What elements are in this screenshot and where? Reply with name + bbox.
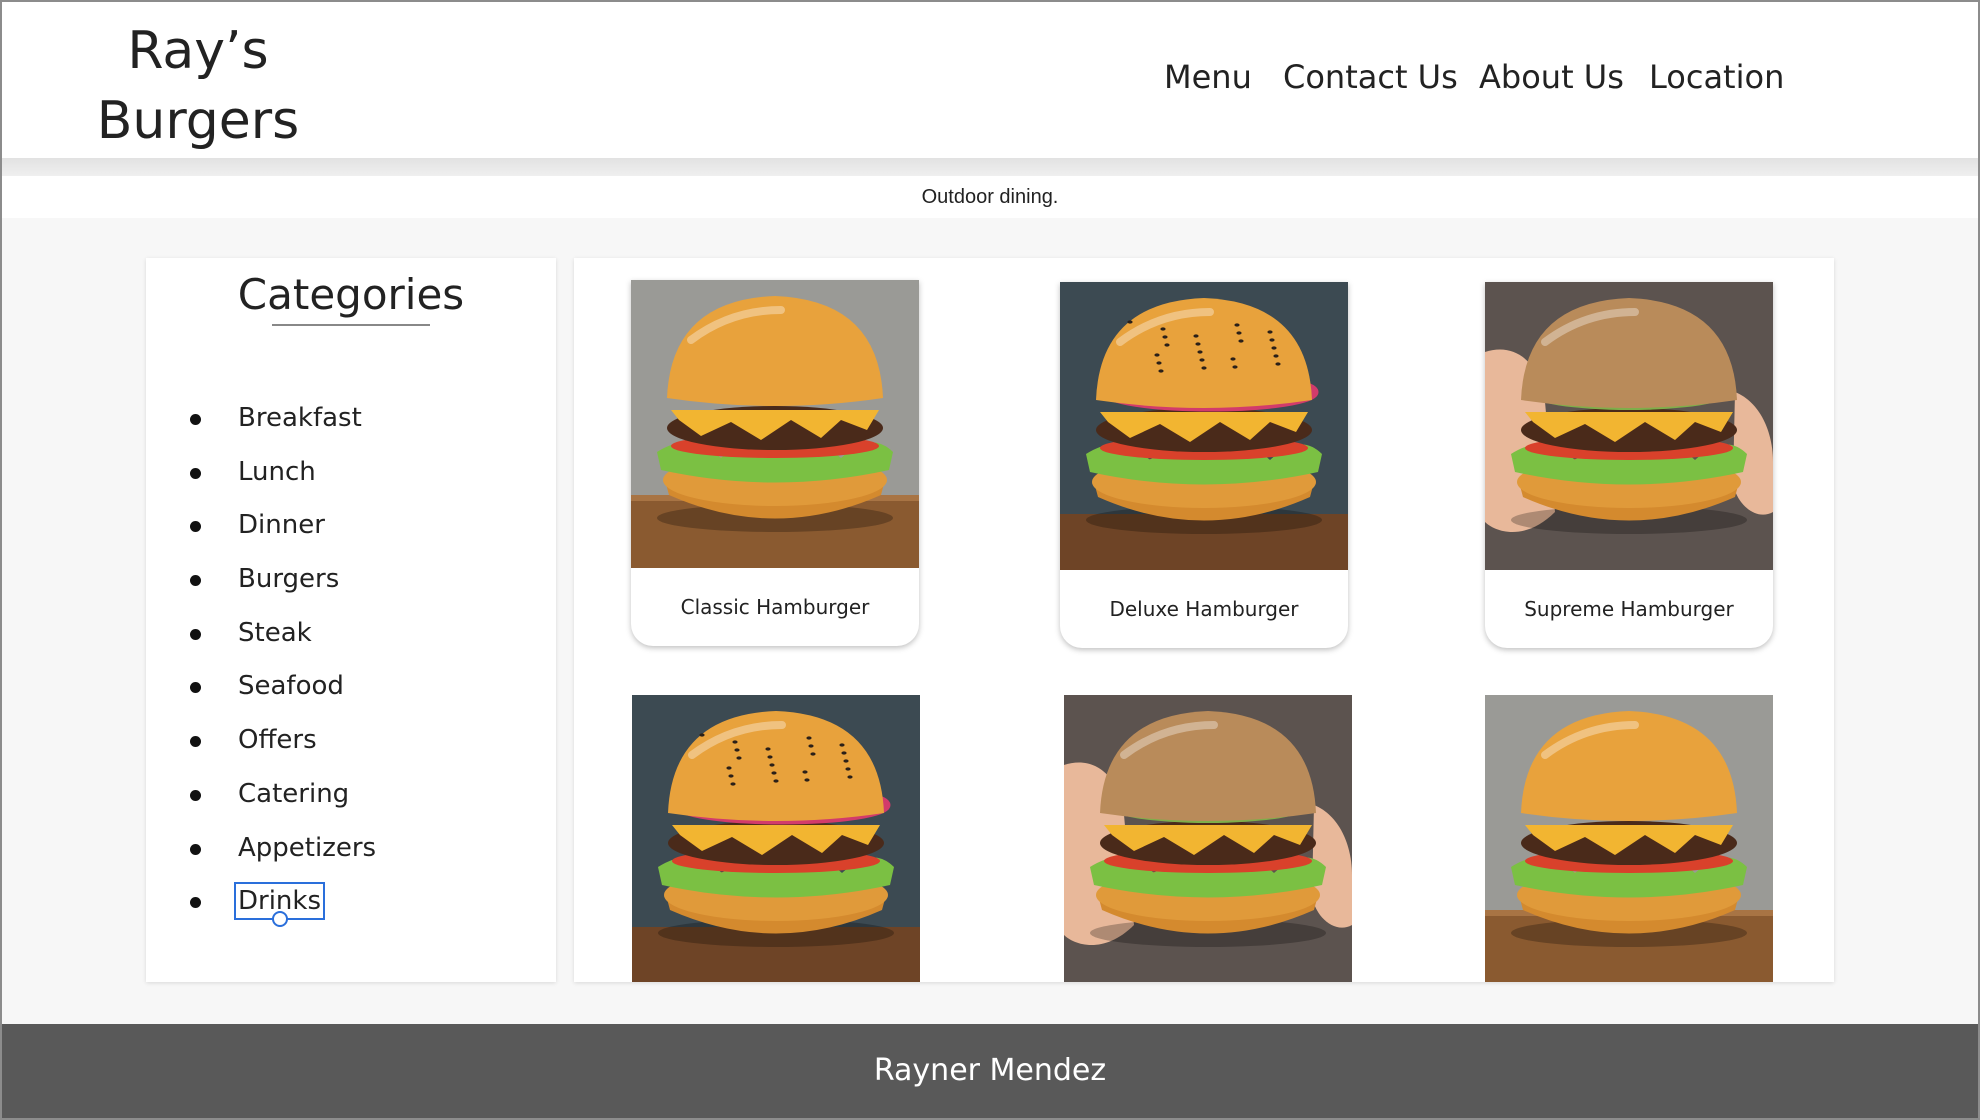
category-item[interactable]: Dinner bbox=[190, 499, 378, 553]
list-bullet-icon bbox=[190, 736, 201, 748]
list-bullet-icon bbox=[190, 467, 201, 479]
category-label[interactable]: Breakfast bbox=[236, 401, 364, 435]
category-label[interactable]: Offers bbox=[236, 723, 319, 757]
nav-contact-link[interactable]: Contact Us bbox=[1283, 58, 1458, 96]
logo-line2: Burgers bbox=[96, 91, 300, 151]
category-item[interactable]: Appetizers bbox=[190, 822, 378, 876]
browser-viewport: Ray’s Burgers Menu Contact Us About Us L… bbox=[0, 0, 1980, 1120]
list-bullet-icon bbox=[190, 414, 201, 425]
burger-photo[interactable] bbox=[1485, 282, 1773, 570]
nav-menu-link[interactable]: Menu bbox=[1164, 58, 1252, 96]
menu-gallery: Classic Hamburger Deluxe Hamburger Supreme… bbox=[574, 258, 1834, 982]
title-underline bbox=[272, 324, 430, 326]
list-bullet-icon bbox=[190, 682, 201, 694]
category-item[interactable]: Offers bbox=[190, 714, 378, 768]
menu-item-card[interactable]: Supreme Hamburger bbox=[1485, 282, 1773, 648]
menu-item-card[interactable]: Deluxe Hamburger bbox=[1060, 282, 1348, 648]
category-item[interactable]: Burgers bbox=[190, 553, 378, 607]
category-label[interactable]: Catering bbox=[236, 777, 351, 811]
list-bullet-icon bbox=[190, 628, 201, 640]
menu-item-name: Supreme Hamburger bbox=[1524, 597, 1734, 621]
category-label[interactable]: Drinks bbox=[234, 882, 326, 928]
header-shadow bbox=[2, 158, 1978, 176]
menu-item-card[interactable] bbox=[1064, 695, 1352, 982]
category-label[interactable]: Appetizers bbox=[236, 831, 378, 865]
categories-title: Categories bbox=[237, 270, 465, 319]
site-footer: Rayner Mendez bbox=[2, 1024, 1978, 1118]
menu-item-name: Deluxe Hamburger bbox=[1109, 597, 1299, 621]
category-label[interactable]: Lunch bbox=[236, 455, 318, 489]
site-logo[interactable]: Ray’s Burgers bbox=[68, 16, 328, 156]
list-bullet-icon bbox=[190, 897, 201, 909]
list-bullet-icon bbox=[190, 521, 201, 533]
logo-line1: Ray’s bbox=[127, 21, 269, 81]
burger-photo[interactable] bbox=[1060, 282, 1348, 570]
footer-author: Rayner Mendez bbox=[873, 1053, 1107, 1088]
category-label[interactable]: Burgers bbox=[236, 562, 341, 596]
category-item[interactable]: Seafood bbox=[190, 660, 378, 714]
category-label[interactable]: Steak bbox=[236, 616, 314, 650]
category-item[interactable]: Breakfast bbox=[190, 392, 378, 446]
tagline: Outdoor dining. bbox=[2, 176, 1978, 218]
category-label[interactable]: Dinner bbox=[236, 508, 327, 542]
list-bullet-icon bbox=[190, 789, 201, 801]
selection-handle[interactable] bbox=[271, 911, 288, 928]
burger-photo[interactable] bbox=[632, 695, 920, 982]
category-item[interactable]: Drinks bbox=[190, 875, 378, 929]
menu-item-card[interactable] bbox=[1485, 695, 1773, 982]
nav-about-link[interactable]: About Us bbox=[1479, 58, 1624, 96]
category-item[interactable]: Lunch bbox=[190, 446, 378, 500]
burger-photo[interactable] bbox=[1064, 695, 1352, 982]
burger-photo[interactable] bbox=[631, 280, 919, 568]
menu-item-name: Classic Hamburger bbox=[680, 595, 870, 619]
categories-panel: Categories Breakfast Lunch Dinner Burgers St… bbox=[146, 258, 556, 982]
nav-location-link[interactable]: Location bbox=[1649, 58, 1784, 96]
category-label[interactable]: Seafood bbox=[236, 669, 346, 703]
category-item[interactable]: Catering bbox=[190, 768, 378, 822]
list-bullet-icon bbox=[190, 575, 201, 587]
menu-item-card[interactable]: Classic Hamburger bbox=[631, 280, 919, 646]
site-header: Ray’s Burgers Menu Contact Us About Us L… bbox=[2, 2, 1978, 158]
burger-photo[interactable] bbox=[1485, 695, 1773, 982]
list-bullet-icon bbox=[190, 843, 201, 855]
category-list: Breakfast Lunch Dinner Burgers Steak Seafood O… bbox=[190, 392, 378, 929]
menu-item-card[interactable] bbox=[632, 695, 920, 982]
category-item[interactable]: Steak bbox=[190, 607, 378, 661]
